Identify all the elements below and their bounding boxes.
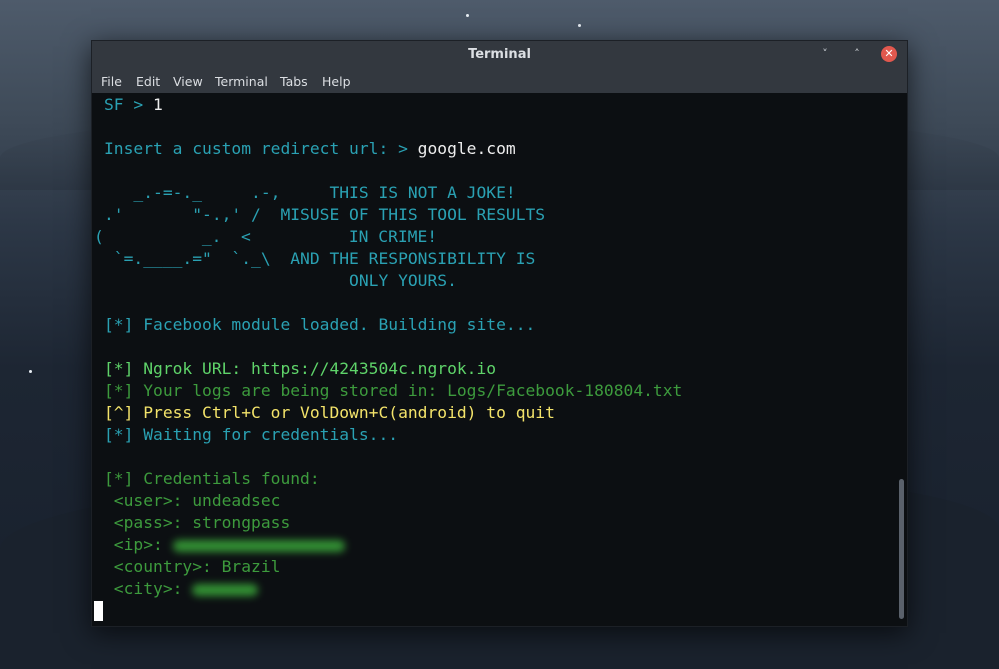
redirect-input: google.com [417, 139, 516, 158]
credentials-found-line: [*] Credentials found: [104, 469, 320, 488]
country-line: <country>: Brazil [104, 557, 281, 576]
quit-hint-line: [^] Press Ctrl+C or VolDown+C(android) t… [104, 403, 555, 422]
redacted-ip [172, 539, 345, 552]
prompt: SF > [104, 95, 154, 114]
redirect-line: Insert a custom redirect url: > google.c… [104, 138, 516, 160]
module-loaded-line: [*] Facebook module loaded. Building sit… [104, 315, 536, 334]
title-bar[interactable]: Terminal ˅ ˄ ✕ [92, 41, 907, 69]
menu-help[interactable]: Help [322, 74, 351, 89]
ip-line: <ip>: [104, 534, 345, 556]
ascii-art-line: ( _. < IN CRIME! [94, 227, 438, 246]
star [29, 370, 32, 373]
waiting-line: [*] Waiting for credentials... [104, 425, 399, 444]
menu-terminal[interactable]: Terminal [215, 74, 268, 89]
ngrok-url-line: [*] Ngrok URL: https://4243504c.ngrok.io [104, 359, 497, 378]
city-line: <city>: [104, 578, 259, 600]
pass-line: <pass>: strongpass [104, 513, 291, 532]
maximize-button[interactable]: ˄ [849, 46, 865, 62]
text-cursor [94, 601, 103, 621]
prompt-input: 1 [153, 95, 163, 114]
scrollbar-thumb[interactable] [899, 479, 904, 619]
ascii-art-line: `=.____.=" `._\ AND THE RESPONSIBILITY I… [104, 249, 536, 268]
terminal-window: Terminal ˅ ˄ ✕ File Edit View Terminal T… [91, 40, 908, 627]
prompt-line: SF > 1 [104, 94, 163, 116]
redirect-prompt: Insert a custom redirect url: > [104, 139, 418, 158]
ip-label: <ip>: [104, 535, 173, 554]
redacted-city [192, 583, 259, 596]
user-line: <user>: undeadsec [104, 491, 281, 510]
logs-path-line: [*] Your logs are being stored in: Logs/… [104, 381, 683, 400]
menu-bar: File Edit View Terminal Tabs Help [92, 69, 907, 93]
star [466, 14, 469, 17]
ascii-art-line: _.-=-._ .-, THIS IS NOT A JOKE! [104, 183, 516, 202]
minimize-button[interactable]: ˅ [817, 46, 833, 62]
ascii-art-line: ONLY YOURS. [104, 271, 457, 290]
close-button[interactable]: ✕ [881, 46, 897, 62]
menu-file[interactable]: File [101, 74, 122, 89]
window-title: Terminal [468, 47, 531, 62]
menu-edit[interactable]: Edit [136, 74, 160, 89]
menu-view[interactable]: View [173, 74, 203, 89]
star [578, 24, 581, 27]
menu-tabs[interactable]: Tabs [280, 74, 308, 89]
city-label: <city>: [104, 579, 193, 598]
terminal-output[interactable]: SF > 1 Insert a custom redirect url: > g… [92, 93, 907, 626]
ascii-art-line: .' "-.,' / MISUSE OF THIS TOOL RESULTS [104, 205, 546, 224]
